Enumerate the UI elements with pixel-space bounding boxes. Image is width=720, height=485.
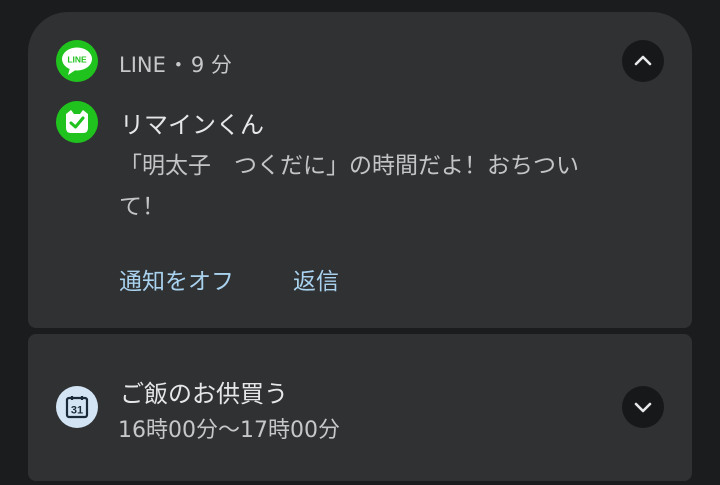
line-app-icon: LINE [56,40,98,82]
check-badge-icon [66,110,88,133]
message-line-2: て！ [119,194,165,220]
calendar-icon-day: 31 [71,405,83,417]
calendar-icon: 31 [65,396,89,419]
chevron-up-icon [634,55,652,66]
calendar-notification-card[interactable]: 31 ご飯のお供買う 16時00分～17時00分 [28,334,692,481]
mute-notifications-button[interactable]: 通知をオフ [119,262,234,296]
header-separator: ・ [167,53,189,77]
notification-header: LINE・9 分 [119,49,232,79]
line-icon-label: LINE [67,55,87,65]
app-name: LINE [119,53,166,77]
event-title: ご飯のお供買う [120,380,288,408]
sender-avatar [56,101,98,143]
reply-button[interactable]: 返信 [293,262,339,296]
message-line-1: 「明太子 つくだに」の時間だよ！おちつい [119,153,579,179]
expand-button[interactable] [622,386,664,428]
line-notification-card[interactable]: LINE LINE・9 分 リマインくん 「明太子 つくだに」の時間だよ！おちつ… [28,12,692,328]
calendar-app-icon: 31 [56,386,98,428]
chevron-down-icon [634,402,652,413]
sender-name: リマインくん [120,111,264,139]
event-time-range: 16時00分～17時00分 [118,418,340,443]
collapse-button[interactable] [622,40,664,82]
message-text: 「明太子 つくだに」の時間だよ！おちつい て！ [119,146,639,228]
time-ago: 9 分 [190,53,232,77]
